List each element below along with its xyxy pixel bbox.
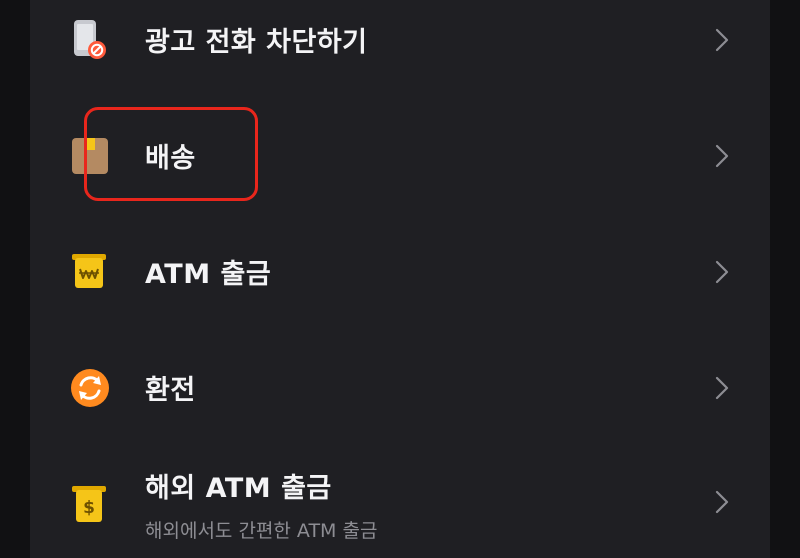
menu-item-exchange[interactable]: 환전 [30,330,770,446]
menu-item-label: 환전 [145,375,196,406]
chevron-right-icon [715,28,729,52]
menu-item-atm-withdraw[interactable]: ATM 출금 [30,214,770,330]
atm-won-icon [72,254,106,288]
svg-text:$: $ [83,498,95,518]
menu-item-sublabel: 해외에서도 간편한 ATM 출금 [145,520,378,542]
chevron-right-icon [715,490,729,514]
exchange-icon [71,369,109,407]
atm-dollar-icon: $ [72,486,106,522]
chevron-right-icon [715,260,729,284]
menu-item-block-ad-calls[interactable]: 광고 전화 차단하기 [30,0,770,98]
chevron-right-icon [715,144,729,168]
highlight-box [84,107,258,201]
menu-panel: 광고 전화 차단하기 배송 ATM 출금 환전 $ 해외 ATM 출금 해외에서… [30,0,770,558]
menu-item-label: 해외 ATM 출금 [145,473,332,504]
chevron-right-icon [715,376,729,400]
menu-item-label: 광고 전화 차단하기 [145,27,368,58]
phone-block-icon [74,20,106,59]
menu-item-overseas-atm[interactable]: $ 해외 ATM 출금 해외에서도 간편한 ATM 출금 [30,446,770,558]
menu-item-label: ATM 출금 [145,259,272,290]
